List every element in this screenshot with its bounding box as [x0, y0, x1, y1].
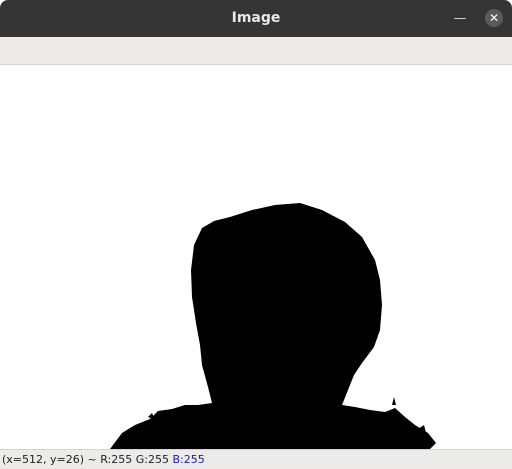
pixel-blue-value: B:255 — [172, 453, 205, 466]
status-bar: (x=512, y=26) ~ R:255 G:255 B:255 — [0, 449, 512, 469]
window-titlebar[interactable]: Image — ✕ — [0, 0, 512, 37]
window-title: Image — [231, 10, 281, 26]
cursor-coordinates: (x=512, y=26) ~ — [2, 453, 97, 466]
close-button[interactable]: ✕ — [485, 9, 503, 27]
head-silhouette — [110, 203, 436, 449]
image-canvas[interactable] — [0, 65, 512, 449]
toolbar — [0, 37, 512, 65]
pixel-red-value: R:255 — [100, 453, 133, 466]
silhouette-image — [110, 203, 436, 449]
minimize-button[interactable]: — — [450, 9, 470, 29]
pixel-green-value: G:255 — [135, 453, 169, 466]
